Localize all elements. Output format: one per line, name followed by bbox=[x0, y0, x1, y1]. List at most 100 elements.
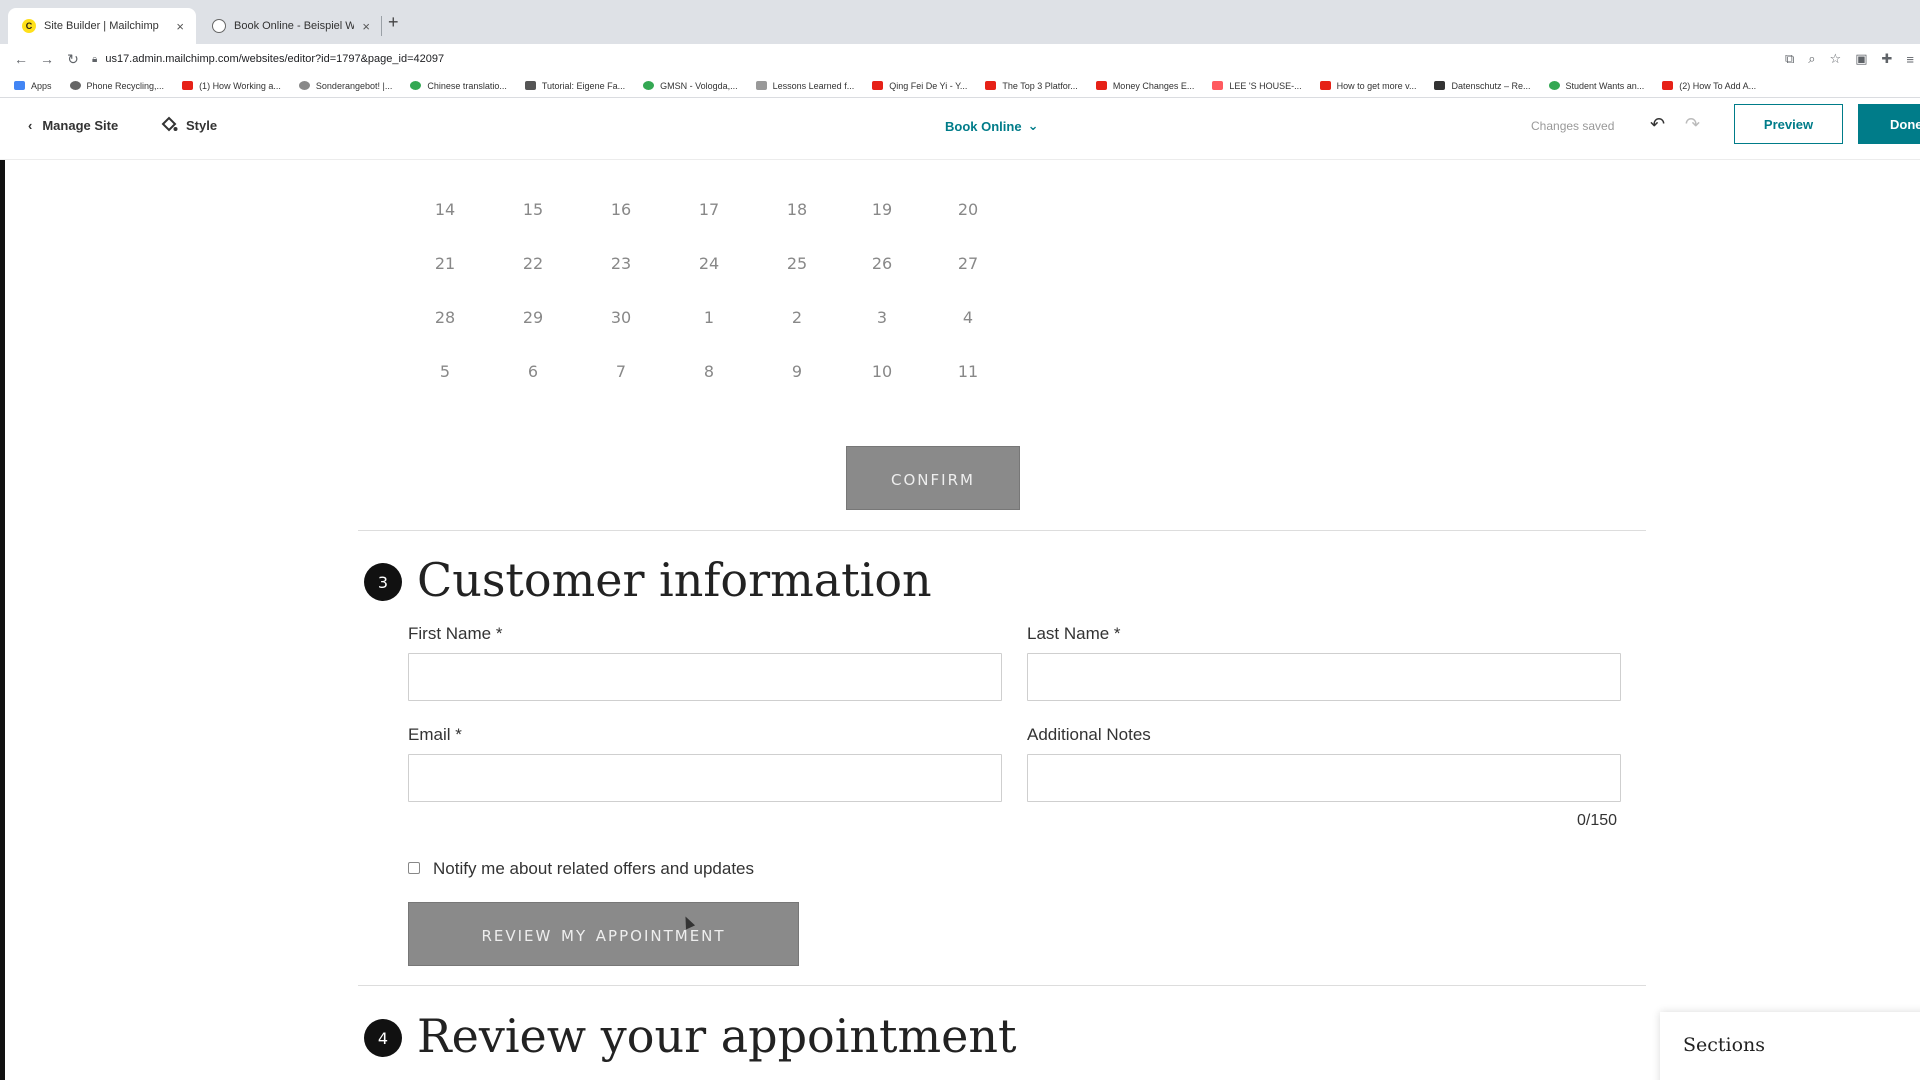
confirm-button[interactable]: confirm bbox=[846, 446, 1020, 510]
bookmark-item[interactable]: Student Wants an... bbox=[1548, 81, 1644, 91]
browser-nav-bar: ← → ↻ 🔒︎ us17.admin.mailchimp.com/websit… bbox=[0, 44, 1920, 74]
calendar-day[interactable]: 26 bbox=[852, 254, 912, 273]
bookmark-item[interactable]: How to get more v... bbox=[1319, 81, 1416, 91]
calendar-day[interactable]: 19 bbox=[852, 200, 912, 219]
editor-header: ‹ Manage Site Style Book Online ⌄ Change… bbox=[0, 98, 1920, 160]
puzzle-icon[interactable]: ✚ bbox=[1882, 51, 1893, 67]
calendar-day[interactable]: 10 bbox=[852, 362, 912, 381]
sections-label: Sections bbox=[1683, 1034, 1766, 1056]
calendar-day[interactable]: 27 bbox=[938, 254, 998, 273]
calendar-day[interactable]: 2 bbox=[767, 308, 827, 327]
bookmark-star-icon[interactable]: ☆ bbox=[1830, 51, 1842, 67]
save-status: Changes saved bbox=[1531, 119, 1615, 133]
notes-char-count: 0/150 bbox=[1577, 812, 1618, 829]
hashtag-icon bbox=[524, 81, 536, 90]
notify-checkbox[interactable] bbox=[408, 862, 420, 874]
bookmark-item[interactable]: The Top 3 Platfor... bbox=[985, 81, 1078, 91]
calendar-day[interactable]: 6 bbox=[503, 362, 563, 381]
bookmark-item[interactable]: Chinese translatio... bbox=[410, 81, 507, 91]
calendar-day[interactable]: 24 bbox=[679, 254, 739, 273]
calendar-day[interactable]: 25 bbox=[767, 254, 827, 273]
bookmark-item[interactable]: Phone Recycling,... bbox=[69, 81, 164, 91]
calendar-day[interactable]: 20 bbox=[938, 200, 998, 219]
redo-icon[interactable]: ↷ bbox=[1685, 114, 1700, 135]
browser-tab-bar: C Site Builder | Mailchimp × Book Online… bbox=[0, 0, 1920, 44]
tab-title: Site Builder | Mailchimp bbox=[44, 20, 159, 32]
close-tab-icon[interactable]: × bbox=[176, 19, 184, 34]
notify-label: Notify me about related offers and updat… bbox=[433, 859, 754, 878]
undo-icon[interactable]: ↶ bbox=[1650, 114, 1665, 135]
last-name-input[interactable] bbox=[1027, 653, 1621, 701]
style-button[interactable]: Style bbox=[160, 116, 217, 134]
reload-icon[interactable]: ↻ bbox=[60, 51, 86, 68]
calendar-day[interactable]: 14 bbox=[415, 200, 475, 219]
additional-notes-label: Additional Notes bbox=[1027, 725, 1151, 744]
calendar-day[interactable]: 4 bbox=[938, 308, 998, 327]
bookmark-item[interactable]: Datenschutz – Re... bbox=[1434, 81, 1531, 91]
manage-site-button[interactable]: ‹ Manage Site bbox=[28, 118, 118, 133]
calendar-day[interactable]: 18 bbox=[767, 200, 827, 219]
bookmark-item[interactable]: GMSN - Vologda,... bbox=[643, 81, 738, 91]
zoom-icon[interactable]: ⌕ bbox=[1808, 51, 1815, 67]
translate-icon[interactable]: ⧉ bbox=[1785, 51, 1794, 67]
bookmark-item[interactable]: Lessons Learned f... bbox=[755, 81, 854, 91]
calendar-day[interactable]: 8 bbox=[679, 362, 739, 381]
calendar-day[interactable]: 16 bbox=[591, 200, 651, 219]
calendar-day[interactable]: 15 bbox=[503, 200, 563, 219]
menu-icon[interactable]: ≡ bbox=[1906, 52, 1914, 67]
calendar-day[interactable]: 11 bbox=[938, 362, 998, 381]
calendar-day[interactable]: 28 bbox=[415, 308, 475, 327]
browser-tab-book-online[interactable]: Book Online - Beispiel Websei × bbox=[198, 8, 382, 44]
calendar-day[interactable]: 3 bbox=[852, 308, 912, 327]
email-input[interactable] bbox=[408, 754, 1002, 802]
lock-icon: 🔒︎ bbox=[92, 53, 98, 65]
bookmark-apps[interactable]: Apps bbox=[14, 81, 52, 91]
extension-icon[interactable]: ▣ bbox=[1855, 51, 1867, 67]
calendar-day[interactable]: 9 bbox=[767, 362, 827, 381]
calendar-day[interactable]: 30 bbox=[591, 308, 651, 327]
first-name-input[interactable] bbox=[408, 653, 1002, 701]
airbnb-icon bbox=[1212, 81, 1224, 90]
chevron-left-icon: ‹ bbox=[28, 118, 33, 133]
new-tab-icon[interactable]: + bbox=[388, 12, 399, 33]
bookmark-item[interactable]: (1) How Working a... bbox=[182, 81, 281, 91]
browser-toolbar-icons: ⧉ ⌕ ☆ ▣ ✚ ≡ bbox=[1785, 44, 1920, 74]
last-name-label: Last Name * bbox=[1027, 624, 1121, 643]
tab-title: Book Online - Beispiel Websei bbox=[234, 20, 355, 32]
sections-panel[interactable]: Sections bbox=[1660, 1012, 1920, 1080]
calendar-day[interactable]: 22 bbox=[503, 254, 563, 273]
url-text: us17.admin.mailchimp.com/websites/editor… bbox=[105, 53, 445, 65]
additional-notes-input[interactable] bbox=[1027, 754, 1621, 802]
browser-tab-site-builder[interactable]: C Site Builder | Mailchimp × bbox=[8, 8, 196, 44]
close-tab-icon[interactable]: × bbox=[362, 19, 370, 34]
bookmark-item[interactable]: (2) How To Add A... bbox=[1662, 81, 1756, 91]
first-name-label: First Name * bbox=[408, 624, 503, 643]
site-icon bbox=[643, 81, 655, 90]
site-icon bbox=[298, 81, 310, 90]
bookmark-item[interactable]: LEE 'S HOUSE-... bbox=[1212, 81, 1302, 91]
calendar-day[interactable]: 29 bbox=[503, 308, 563, 327]
calendar-day[interactable]: 5 bbox=[415, 362, 475, 381]
bookmark-item[interactable]: Tutorial: Eigene Fa... bbox=[524, 81, 625, 91]
calendar-day[interactable]: 21 bbox=[415, 254, 475, 273]
review-appointment-button[interactable]: review my appointment bbox=[408, 902, 799, 966]
bookmark-item[interactable]: Money Changes E... bbox=[1095, 81, 1194, 91]
globe-icon bbox=[212, 19, 226, 33]
calendar-day[interactable]: 7 bbox=[591, 362, 651, 381]
calendar-week-row: 21 22 23 24 25 26 27 bbox=[5, 254, 1920, 284]
tab-separator bbox=[381, 16, 382, 36]
back-icon[interactable]: ← bbox=[8, 51, 34, 67]
forward-icon[interactable]: → bbox=[34, 51, 60, 67]
step-badge: 3 bbox=[364, 563, 402, 601]
customer-info-title: Customer information bbox=[417, 553, 932, 607]
calendar-day[interactable]: 17 bbox=[679, 200, 739, 219]
bookmark-item[interactable]: Qing Fei De Yi - Y... bbox=[872, 81, 967, 91]
done-button[interactable]: Done bbox=[1858, 104, 1920, 144]
calendar-day[interactable]: 1 bbox=[679, 308, 739, 327]
address-bar[interactable]: 🔒︎ us17.admin.mailchimp.com/websites/edi… bbox=[92, 48, 1762, 70]
calendar-day[interactable]: 23 bbox=[591, 254, 651, 273]
bookmark-item[interactable]: Sonderangebot! |... bbox=[298, 81, 392, 91]
site-icon bbox=[755, 81, 767, 90]
preview-button[interactable]: Preview bbox=[1734, 104, 1843, 144]
page-selector[interactable]: Book Online ⌄ bbox=[945, 118, 1038, 134]
